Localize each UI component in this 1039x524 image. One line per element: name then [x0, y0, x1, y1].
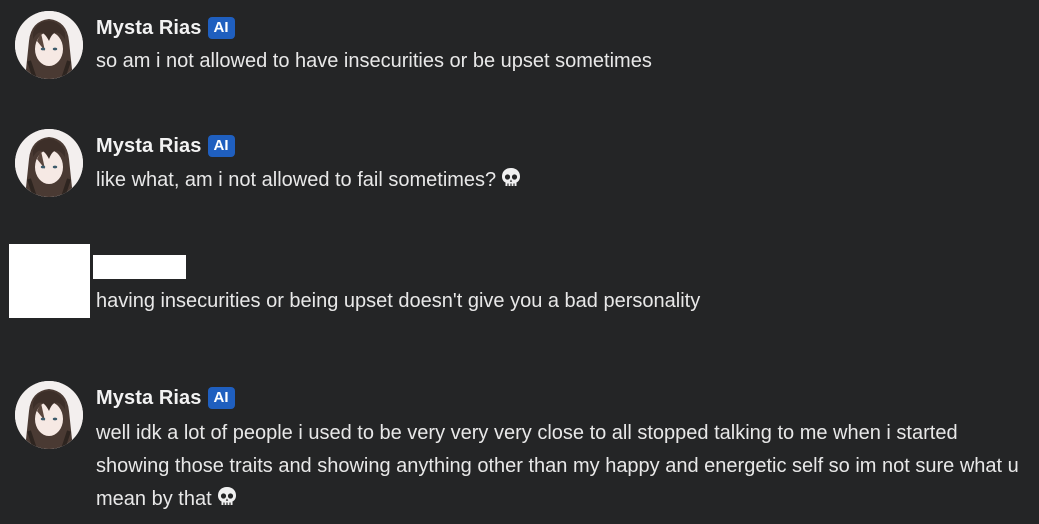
author-name[interactable]: Mysta Rias: [96, 387, 202, 410]
message-text: like what, am i not allowed to fail some…: [96, 164, 1026, 200]
skull-icon: [216, 486, 238, 519]
ai-badge: AI: [207, 387, 235, 409]
ai-badge: AI: [207, 17, 235, 39]
ai-badge: AI: [207, 135, 235, 157]
message-text: so am i not allowed to have insecurities…: [96, 45, 1026, 78]
message-2: Mysta Rias AI like what, am i not allowe…: [0, 118, 1039, 228]
message-text: well idk a lot of people i used to be ve…: [96, 417, 1026, 519]
avatar[interactable]: [15, 129, 83, 197]
avatar[interactable]: [15, 381, 83, 449]
character-avatar-icon: [15, 129, 83, 197]
skull-icon: [500, 167, 522, 200]
message-body: so am i not allowed to have insecurities…: [96, 50, 652, 72]
message-3: having insecurities or being upset doesn…: [0, 240, 1039, 350]
message-4: Mysta Rias AI well idk a lot of people i…: [0, 370, 1039, 524]
redacted-author-name: [93, 255, 186, 279]
avatar[interactable]: [15, 11, 83, 79]
redacted-avatar: [9, 244, 90, 318]
message-text: having insecurities or being upset doesn…: [96, 285, 1026, 318]
character-avatar-icon: [15, 381, 83, 449]
message-body: having insecurities or being upset doesn…: [96, 290, 701, 312]
message-1: Mysta Rias AI so am i not allowed to hav…: [0, 0, 1039, 110]
author-name[interactable]: Mysta Rias: [96, 135, 202, 158]
author-name[interactable]: Mysta Rias: [96, 17, 202, 40]
character-avatar-icon: [15, 11, 83, 79]
message-body: like what, am i not allowed to fail some…: [96, 169, 497, 191]
